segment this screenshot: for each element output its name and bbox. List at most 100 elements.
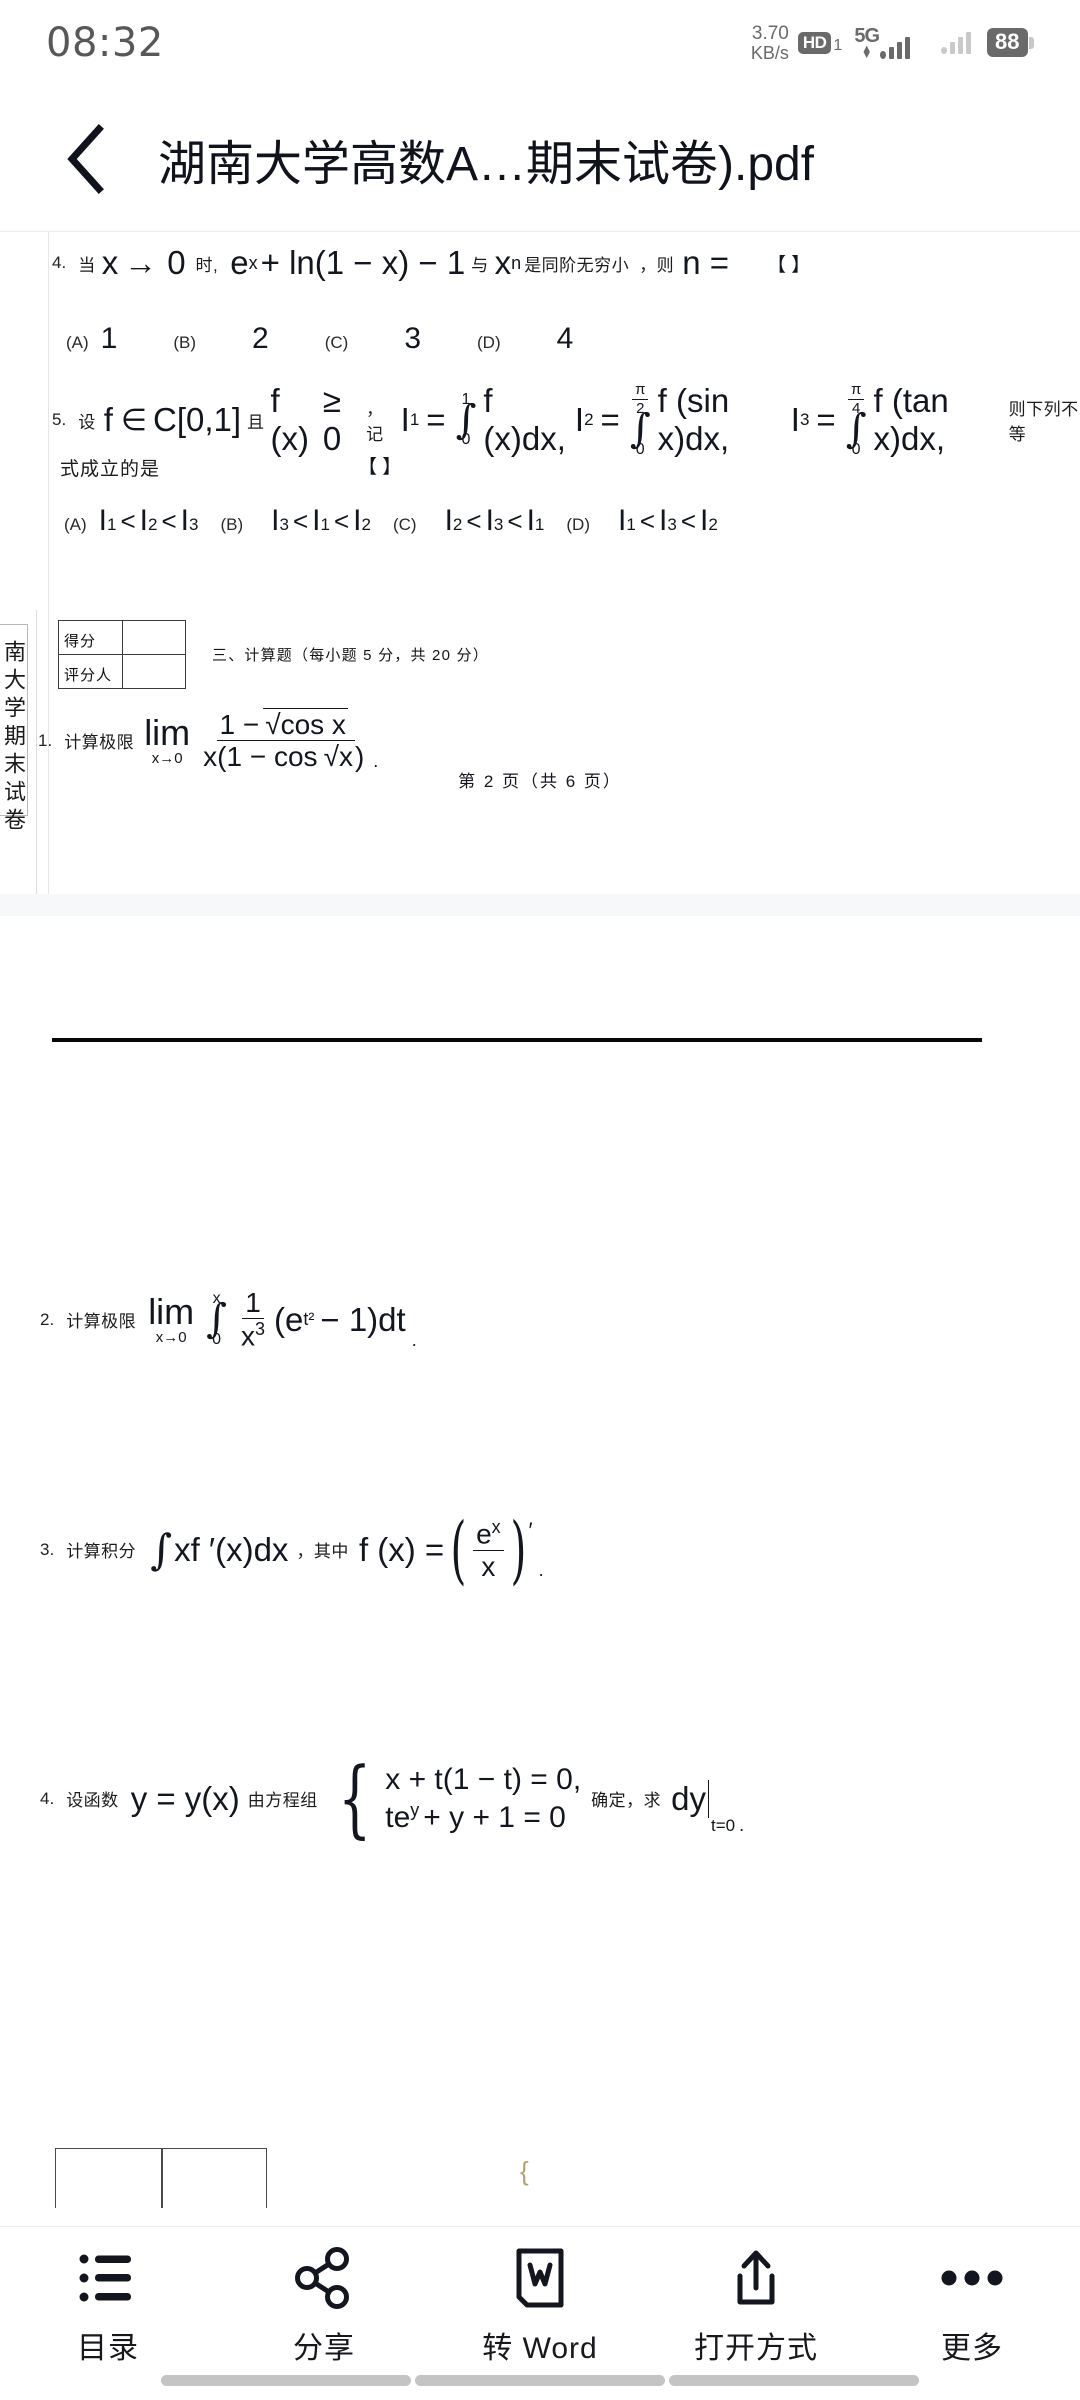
q5-d-sym1: I — [618, 504, 627, 537]
nav-bar-segment[interactable] — [161, 2375, 411, 2386]
q5-d-lt2: < — [680, 506, 696, 536]
q3-frac-num: ex — [473, 1518, 504, 1551]
more-dots-icon — [941, 2245, 1003, 2311]
q2-integral: x ∫ 0 — [206, 1291, 227, 1348]
data-transfer-arrows-icon: ▲ ▼ — [861, 42, 873, 62]
toolbar-label-catalog: 目录 — [77, 2332, 139, 2365]
gesture-navigation-bars[interactable] — [0, 2375, 1080, 2386]
q4b-eq2-sup: y — [410, 1799, 420, 1820]
q4-tail: 是同阶无穷小 — [524, 255, 630, 275]
q5-int1-lower: 0 — [461, 431, 471, 449]
q1-num-sqrt: cos x — [280, 709, 346, 740]
q3-close-paren: ) — [510, 1506, 527, 1593]
q5-a-sym3: I — [180, 504, 190, 537]
q5-b-sym3: I — [353, 504, 362, 537]
chevron-left-icon — [67, 124, 104, 194]
table-row: 评分人 — [58, 654, 187, 689]
hd-sim-number: 1 — [833, 36, 843, 54]
q5-c-sub3: 1 — [534, 515, 545, 534]
q5-option-c-tag: (C) — [392, 515, 417, 534]
q4b-dy-sub: t=0 — [711, 1816, 736, 1835]
q2-body-a: (e — [274, 1300, 304, 1338]
q2-lim: lim — [148, 1291, 195, 1333]
nav-bar-segment[interactable] — [415, 2375, 665, 2386]
q5-note: ，记 — [366, 400, 384, 444]
q5-I1: I — [400, 401, 410, 438]
nav-bar-segment[interactable] — [669, 2375, 919, 2386]
battery-indicator: 88 — [987, 28, 1034, 58]
network-speed-value: 3.70 — [751, 23, 789, 45]
pdf-viewport[interactable]: 南大学期末试卷 4. 当 x → 0 时, e x + ln(1 − x) − … — [0, 232, 1080, 2226]
share-icon — [293, 2245, 355, 2311]
q5-I2: I — [574, 401, 585, 438]
toolbar-item-to-word[interactable]: 转 Word — [440, 2245, 640, 2367]
q4-compare: 与 — [471, 255, 489, 275]
bottom-toolbar: 目录 分享 转 Word 打开方式 更多 — [0, 2226, 1080, 2400]
secondary-signal-bars-icon — [941, 31, 972, 55]
question-2-stem: 2. 计算极限 lim x→0 x ∫ 0 1 x3 (e t² − 1)dt … — [40, 1288, 417, 1351]
q3-num-sup: x — [491, 1517, 501, 1537]
q3-prime: ′ — [528, 1518, 533, 1543]
q5-a-sub1: 1 — [107, 515, 117, 534]
q5-I2-sub: 2 — [584, 410, 594, 429]
q1-label: 计算极限 — [64, 733, 135, 753]
q5-c-lt1: < — [466, 506, 482, 536]
pdf-page-2: 2. 计算极限 lim x→0 x ∫ 0 1 x3 (e t² − 1)dt … — [0, 916, 1080, 2226]
pdf-page-1: 南大学期末试卷 4. 当 x → 0 时, e x + ln(1 − x) − … — [0, 232, 1080, 894]
q5-int2-body: f (sin x)dx, — [657, 382, 730, 457]
q3-period: . — [538, 1560, 544, 1581]
q5-int2-upper-num: π — [632, 382, 649, 401]
q5-d-sym3: I — [700, 504, 709, 537]
toolbar-item-share[interactable]: 分享 — [224, 2245, 424, 2367]
hd-icon: HD — [797, 31, 832, 54]
q5-eq-3: = — [816, 401, 836, 438]
q3-label: 计算积分 — [66, 1542, 137, 1562]
q1-fraction: 1 − √cos x x(1 − cos √x) — [200, 708, 367, 773]
q2-lim-sub: x→0 — [155, 1329, 187, 1347]
q4b-equation-system: x + t(1 − t) = 0, tey + y + 1 = 0 — [385, 1761, 581, 1836]
page-2-header-rule — [52, 1038, 982, 1042]
q5-I1-sub: 1 — [409, 410, 420, 429]
q5-integral-3: π 4 ∫ 0 — [846, 382, 867, 457]
q5-b-lt1: < — [292, 506, 309, 536]
q4-option-a-tag: (A) — [66, 333, 89, 352]
question-4b-stem: 4. 设函数 y = y(x) 由方程组 { x + t(1 − t) = 0,… — [40, 1749, 745, 1848]
toolbar-item-catalog[interactable]: 目录 — [8, 2245, 208, 2367]
cellular-signal-indicator: 5G ▲ ▼ — [854, 26, 911, 62]
q2-int-lower: 0 — [212, 1330, 222, 1348]
score-value-cell — [121, 620, 187, 655]
q4-expr-mid: + ln(1 − x) − 1 — [260, 244, 466, 281]
toolbar-label-open-with: 打开方式 — [694, 2332, 818, 2365]
q3-fraction: ex x — [473, 1518, 504, 1581]
q4b-dy: dy — [671, 1779, 707, 1817]
q4-arrow: → — [124, 244, 158, 281]
q4-limit: 0 — [167, 244, 186, 281]
question-2-number: 2. — [40, 1309, 55, 1329]
q4-option-c-tag: (C) — [324, 333, 349, 352]
q2-body-b: − 1)dt — [320, 1300, 406, 1338]
back-button[interactable] — [30, 104, 140, 214]
q5-c-sub2: 3 — [493, 515, 504, 534]
list-icon — [78, 2245, 138, 2311]
q4b-equation-1: x + t(1 − t) = 0, — [385, 1763, 582, 1796]
network-type-column: 5G ▲ ▼ — [854, 26, 880, 62]
q4b-left-brace: { — [337, 1749, 372, 1848]
q2-period: . — [411, 1330, 417, 1351]
page-1-footer: 第 2 页（共 6 页） — [458, 772, 622, 791]
q4b-period: . — [739, 1815, 745, 1835]
q5-c-sym3: I — [526, 504, 535, 537]
toolbar-item-more[interactable]: 更多 — [872, 2245, 1072, 2367]
q5-d-sub1: 1 — [626, 515, 636, 534]
q4-x-sup: n — [511, 252, 522, 273]
q5-and: 且 — [247, 412, 265, 432]
q5-in-symbol: ∈ — [120, 403, 147, 437]
page-separator-gap — [0, 894, 1080, 916]
q2-den-base: x — [241, 1320, 256, 1352]
signal-bars-icon — [880, 36, 911, 60]
q4-option-d-value: 4 — [556, 322, 574, 355]
status-bar: 08:32 3.70 KB/s HD 1 5G ▲ ▼ 88 — [0, 0, 1080, 86]
toolbar-item-open-with[interactable]: 打开方式 — [656, 2245, 856, 2367]
status-time: 08:32 — [46, 20, 164, 66]
toolbar-label-share: 分享 — [293, 2332, 355, 2365]
q5-integral-2: π 2 ∫ 0 — [630, 382, 651, 457]
